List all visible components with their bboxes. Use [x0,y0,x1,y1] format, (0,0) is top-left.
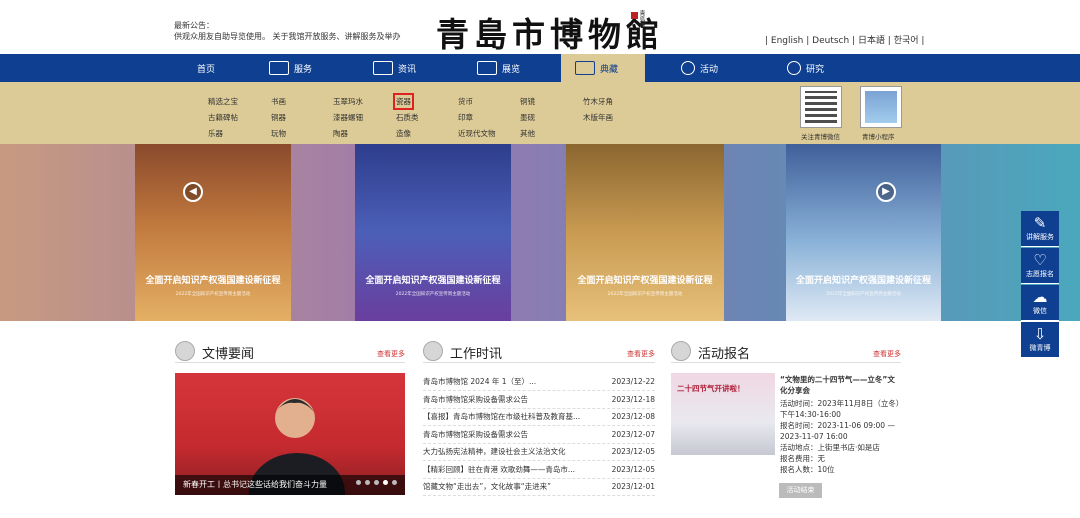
work-news-row[interactable]: 馆藏文物“走出去”，文化故事“走进来” 2023/12-01 [423,478,655,496]
banner-prev-arrow[interactable]: ◀ [183,182,203,202]
section-title: 活动报名 [698,347,751,362]
wechat-qr-code [800,86,842,128]
work-news-row[interactable]: 青岛市博物馆 2024 年 1（至）... 2023/12-22 [423,373,655,391]
miniprogram-qr-code [860,86,902,128]
carousel-dot[interactable] [374,480,379,485]
banner-poster: 全面开启知识产权强国建设新征程 2022年全国知识产权宣传周主题活动 [566,144,724,321]
hero-banner[interactable]: 全面开启知识产权强国建设新征程 2022年全国知识产权宣传周主题活动 全面开启知… [0,144,1080,321]
carousel-dots [352,470,397,489]
submenu-item-porcelain[interactable]: 瓷器 [393,93,414,110]
more-link[interactable]: 查看更多 [377,349,405,359]
work-news-row[interactable]: 青岛市博物馆采购设备需求公告 2023/12-18 [423,391,655,409]
nav-service[interactable]: 服务 [269,54,312,82]
banner-poster: 全面开启知识产权强国建设新征程 2022年全国知识产权宣传周主题活动 [135,144,291,321]
main-nav: 首页 服务 资讯 展览 典藏 活动 研究 [0,54,1080,82]
wechat-icon: ☁ [1032,288,1048,306]
work-news-row[interactable]: 【精彩回顾】驻在青港 欢歌劲舞——青岛市... 2023/12-05 [423,461,655,479]
notice-label: 最新公告： [174,21,214,30]
logo-seal: 青島市 [631,10,645,28]
submenu-item[interactable]: 古籍碑帖 [208,112,238,123]
nav-home[interactable]: 首页 [197,54,215,82]
banner-poster: 全面开启知识产权强国建设新征程 2022年全国知识产权宣传周主题活动 [355,144,511,321]
submenu-item[interactable]: 书画 [271,96,286,107]
submenu-item[interactable]: 铜器 [271,112,286,123]
service-icon [269,61,289,75]
section-icon [671,341,691,361]
language-switcher[interactable]: | English | Deutsch | 日本語 | 한국어 | [765,33,924,46]
nav-collection[interactable]: 典藏 [561,54,645,82]
collection-submenu: 精选之宝 古籍碑帖 乐器 书画 铜器 玩物 玉翠玛水 漆器螺钿 陶器 瓷器 石质… [0,82,1080,144]
download-icon: ⇩ [1033,325,1047,343]
activity-time: 活动时间：2023年11月8日（立冬）下午14:30-16:00 [780,399,900,419]
exhibition-icon [477,61,497,75]
site-logo[interactable]: 青島市博物館 [436,8,664,56]
work-section-header: 工作时讯 查看更多 [423,341,655,363]
notice[interactable]: 最新公告： 供观众朋友自助导览使用。 关于我馆开放服务、讲解服务及举办 [174,20,401,42]
submenu-item[interactable]: 精选之宝 [208,96,238,107]
nav-news[interactable]: 资讯 [373,54,416,82]
activity-section-header: 活动报名 查看更多 [671,341,901,363]
submenu-item[interactable]: 其他 [520,128,535,139]
activity-place: 活动地点：上街里书店·如是店 [780,443,880,452]
submenu-item[interactable]: 印章 [458,112,473,123]
nav-exhibition[interactable]: 展览 [477,54,520,82]
section-icon [423,341,443,361]
submenu-item[interactable]: 货币 [458,96,473,107]
submenu-item[interactable]: 漆器螺钿 [333,112,363,123]
activity-fee: 报名费用：无 [780,454,825,463]
banner-poster: 全面开启知识产权强国建设新征程 2022年全国知识产权宣传周主题活动 [786,144,941,321]
side-volunteer-button[interactable]: ♡ 志愿报名 [1021,248,1059,284]
work-news-row[interactable]: 青岛市博物馆采购设备需求公告 2023/12-07 [423,426,655,444]
heart-icon: ♡ [1033,251,1047,269]
section-title: 文博要闻 [202,347,255,362]
section-icon [175,341,195,361]
news-section-header: 文博要闻 查看更多 [175,341,405,363]
submenu-item[interactable]: 陶器 [333,128,348,139]
work-news-row[interactable]: 【喜报】青岛市博物馆在市级社科普及教育基... 2023/12-08 [423,408,655,426]
collection-icon [575,61,595,75]
side-guide-button[interactable]: ✎ 讲解服务 [1021,211,1059,247]
activity-image[interactable]: 二十四节气开讲啦！ [671,373,775,455]
submenu-item[interactable]: 近现代文物 [458,128,496,139]
submenu-item[interactable]: 玉翠玛水 [333,96,363,107]
more-link[interactable]: 查看更多 [873,349,901,359]
nav-activity[interactable]: 活动 [681,54,718,82]
notice-text[interactable]: 供观众朋友自助导览使用。 关于我馆开放服务、讲解服务及举办 [174,31,401,42]
submenu-item[interactable]: 墨砚 [520,112,535,123]
submenu-item[interactable]: 石质类 [396,112,419,123]
qr-label: 青博小程序 [862,133,895,141]
top-header: 最新公告： 供观众朋友自助导览使用。 关于我馆开放服务、讲解服务及举办 青島市博… [0,0,1080,54]
banner-next-arrow[interactable]: ▶ [876,182,896,202]
carousel-dot[interactable] [356,480,361,485]
side-wechat-button[interactable]: ☁ 微信 [1021,285,1059,321]
news-carousel[interactable]: 新春开工丨总书记这些话给我们奋斗力量 [175,373,405,495]
activity-ended-button[interactable]: 活动结束 [779,483,822,498]
activity-icon [681,61,695,75]
submenu-item[interactable]: 竹木牙角 [583,96,613,107]
carousel-dot[interactable] [365,480,370,485]
activity-signup-time: 报名时间：2023-11-06 09:00 — 2023-11-07 16:00 [780,421,895,441]
activity-count: 报名人数：10位 [780,465,835,474]
work-news-row[interactable]: 大力弘扬宪法精神，建设社会主义法治文化 2023/12-05 [423,443,655,461]
research-icon [787,61,801,75]
nav-research[interactable]: 研究 [787,54,824,82]
carousel-dot[interactable] [383,480,388,485]
news-icon [373,61,393,75]
carousel-dot[interactable] [392,480,397,485]
submenu-item[interactable]: 造像 [396,128,411,139]
submenu-item[interactable]: 玩物 [271,128,286,139]
submenu-item[interactable]: 铜镜 [520,96,535,107]
more-link[interactable]: 查看更多 [627,349,655,359]
section-title: 工作时讯 [450,347,503,362]
edit-icon: ✎ [1033,214,1047,232]
side-app-button[interactable]: ⇩ 微青博 [1021,322,1059,358]
submenu-item[interactable]: 乐器 [208,128,223,139]
submenu-item[interactable]: 木版年画 [583,112,613,123]
activity-name[interactable]: “文物里的二十四节气——立冬”文化分享会 [780,374,900,396]
qr-label: 关注青博微信 [801,133,840,141]
